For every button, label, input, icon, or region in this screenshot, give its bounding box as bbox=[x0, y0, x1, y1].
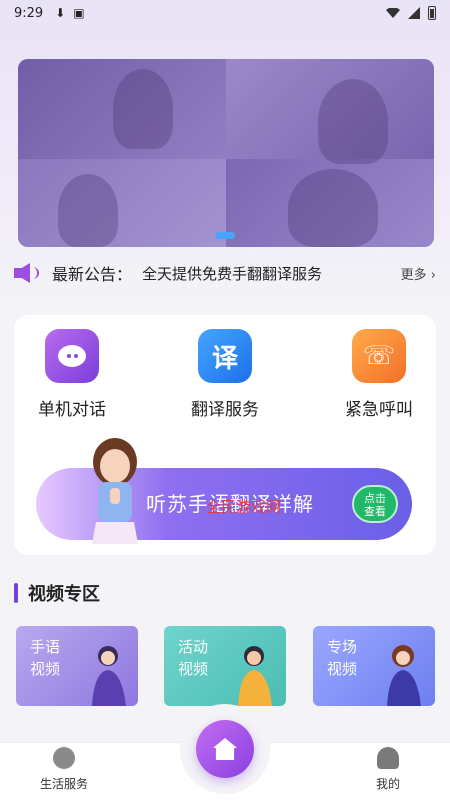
tab-life-services[interactable]: 生活服务 bbox=[24, 747, 104, 792]
watermark: 全民游戏网 bbox=[206, 498, 282, 516]
video-card-label: 活动 视频 bbox=[178, 638, 209, 678]
person-illustration bbox=[387, 645, 421, 706]
download-icon: ⬇ bbox=[55, 6, 66, 20]
girl-illustration bbox=[92, 438, 138, 544]
signal-icon bbox=[408, 7, 420, 19]
tab-mine[interactable]: 我的 bbox=[348, 747, 428, 792]
tab-label: 生活服务 bbox=[39, 777, 88, 791]
wifi-icon bbox=[386, 8, 400, 18]
notice-more-label: 更多 bbox=[400, 267, 427, 283]
status-time: 9:29 bbox=[14, 5, 44, 21]
translate-icon: 译 bbox=[198, 329, 252, 383]
service-emergency-call[interactable]: ☏ 紧急呼叫 bbox=[319, 329, 439, 420]
user-icon bbox=[377, 747, 399, 769]
promo-view-button[interactable]: 点击 查看 bbox=[352, 485, 398, 523]
notice-bar[interactable]: 最新公告： 全天提供免费手翻翻译服务 更多 › bbox=[0, 258, 450, 288]
person-illustration bbox=[238, 646, 272, 706]
services-card: 单机对话 译 翻译服务 ☏ 紧急呼叫 听苏手语翻译详解 全民游戏网 点击 查看 bbox=[14, 315, 436, 555]
notice-more-link[interactable]: 更多 › bbox=[401, 264, 436, 283]
video-card-activity[interactable]: 活动 视频 bbox=[164, 626, 286, 706]
video-card-sign-language[interactable]: 手语 视频 bbox=[16, 626, 138, 706]
home-icon bbox=[213, 738, 237, 760]
banner-overlay bbox=[18, 59, 434, 247]
tab-label: 我的 bbox=[375, 777, 400, 791]
video-card-special[interactable]: 专场 视频 bbox=[313, 626, 435, 706]
video-card-label: 专场 视频 bbox=[327, 638, 358, 678]
sos-phone-icon: ☏ bbox=[352, 329, 406, 383]
service-label: 紧急呼叫 bbox=[345, 400, 413, 420]
service-label: 单机对话 bbox=[38, 400, 106, 420]
chat-icon bbox=[53, 747, 75, 769]
service-translation[interactable]: 译 翻译服务 bbox=[165, 329, 285, 420]
speaker-icon bbox=[14, 263, 40, 283]
service-label: 翻译服务 bbox=[191, 400, 259, 420]
chat-bubble-icon bbox=[45, 329, 99, 383]
status-bar: 9:29 ⬇ ▣ bbox=[0, 0, 450, 26]
video-section-header: 视频专区 bbox=[14, 580, 100, 606]
battery-icon bbox=[428, 6, 436, 20]
section-accent-bar bbox=[14, 583, 18, 603]
video-section-title: 视频专区 bbox=[28, 584, 100, 605]
banner-carousel[interactable] bbox=[18, 59, 434, 247]
notice-label: 最新公告： bbox=[52, 265, 133, 284]
gallery-icon: ▣ bbox=[73, 6, 85, 20]
notice-text[interactable]: 全天提供免费手翻翻译服务 bbox=[142, 263, 357, 284]
video-card-label: 手语 视频 bbox=[30, 638, 61, 678]
person-illustration bbox=[92, 646, 126, 706]
carousel-indicator[interactable] bbox=[215, 232, 235, 239]
home-button[interactable] bbox=[196, 720, 254, 778]
service-single-dialog[interactable]: 单机对话 bbox=[12, 329, 132, 420]
promo-banner[interactable]: 听苏手语翻译详解 全民游戏网 点击 查看 bbox=[36, 438, 412, 544]
